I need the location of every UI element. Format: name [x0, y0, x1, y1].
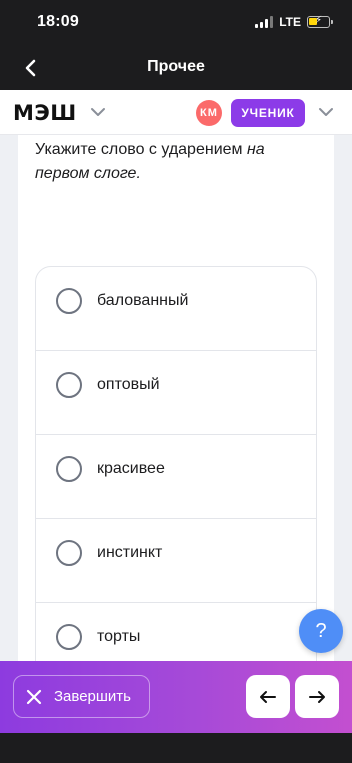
finish-button-label: Завершить: [54, 688, 131, 705]
question-text-plain: Укажите слово с ударением: [35, 141, 247, 158]
status-bar: 18:09 LTE ⚡: [0, 0, 352, 46]
answer-option-label: балованный: [97, 292, 189, 309]
radio-button[interactable]: [56, 288, 82, 314]
arrow-left-icon: [260, 690, 276, 703]
close-icon: [26, 689, 42, 704]
question-text: Укажите слово с ударением на первом слог…: [35, 138, 305, 186]
finish-button[interactable]: Завершить: [13, 675, 150, 718]
answer-option[interactable]: торты: [36, 603, 316, 661]
radio-button[interactable]: [56, 372, 82, 398]
arrow-right-icon: [309, 690, 325, 703]
status-time: 18:09: [37, 13, 79, 30]
answer-option-label: оптовый: [97, 376, 160, 393]
network-label: LTE: [279, 15, 301, 29]
question-card: Укажите слово с ударением на первом слог…: [18, 135, 334, 661]
battery-icon: ⚡: [307, 15, 333, 28]
app-logo: МЭШ: [13, 101, 77, 125]
app-header: МЭШ КМ УЧЕНИК: [0, 90, 352, 135]
chevron-down-icon[interactable]: [90, 107, 106, 117]
previous-button[interactable]: [246, 675, 290, 718]
bottom-bar: Завершить: [0, 661, 352, 733]
home-indicator-area: [0, 733, 352, 763]
nav-bar: Прочее: [0, 46, 352, 90]
avatar[interactable]: КМ: [196, 100, 222, 126]
page-title: Прочее: [147, 58, 205, 75]
answer-option[interactable]: красивее: [36, 435, 316, 519]
next-button[interactable]: [295, 675, 339, 718]
answer-option-label: торты: [97, 628, 141, 645]
role-badge[interactable]: УЧЕНИК: [231, 99, 305, 127]
signal-icon: [255, 16, 274, 28]
help-button[interactable]: ?: [299, 609, 343, 653]
answer-option-label: инстинкт: [97, 544, 163, 561]
answer-option[interactable]: инстинкт: [36, 519, 316, 603]
answer-option-label: красивее: [97, 460, 165, 477]
answer-option[interactable]: балованный: [36, 267, 316, 351]
status-indicators: LTE ⚡: [255, 15, 333, 29]
chevron-down-icon[interactable]: [318, 107, 334, 117]
radio-button[interactable]: [56, 624, 82, 650]
answer-option[interactable]: оптовый: [36, 351, 316, 435]
radio-button[interactable]: [56, 456, 82, 482]
radio-button[interactable]: [56, 540, 82, 566]
main-content: Укажите слово с ударением на первом слог…: [0, 135, 352, 661]
answer-options: балованный оптовый красивее инстинкт тор…: [35, 266, 317, 661]
